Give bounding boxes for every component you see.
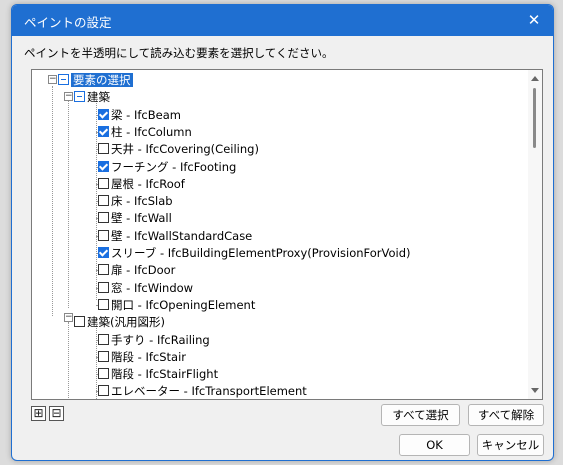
checkbox[interactable] [98,212,109,224]
checkbox[interactable] [98,264,109,276]
checkbox[interactable] [98,143,109,155]
tree-item-label: 梁 - IfcBeam [111,107,181,122]
checkbox[interactable] [74,316,85,328]
tree-line [68,322,69,399]
tree-item[interactable]: 建築 [74,89,110,106]
tree-item[interactable]: スリーブ - IfcBuildingElementProxy(Provision… [96,245,411,262]
collapse-all-icon[interactable]: ⊟ [49,406,64,421]
checkbox[interactable] [98,368,109,380]
checkbox[interactable] [98,229,109,241]
tree-item[interactable]: 床 - IfcSlab [96,193,173,210]
tree-item[interactable]: フーチング - IfcFooting [96,159,237,176]
tree-item-label: 窓 - IfcWindow [111,280,194,295]
scroll-down-icon[interactable] [531,388,539,393]
instruction-text: ペイントを半透明にして読み込む要素を選択してください。 [24,46,334,60]
tree-item-label: フーチング - IfcFooting [111,159,237,174]
collapse-icon[interactable]: − [48,75,57,84]
tree-item-label: 開口 - IfcOpeningElement [111,297,256,312]
ok-button[interactable]: OK [399,434,470,456]
checkbox[interactable] [98,108,109,120]
tree-item[interactable]: 扉 - IfcDoor [96,262,176,279]
tree-item-label: エレベーター - IfcTransportElement [111,384,307,399]
tree-item-label: 建築 [87,90,110,105]
checkbox[interactable] [98,177,109,189]
tree-line [52,86,53,316]
tree-item[interactable]: 壁 - IfcWall [96,210,172,227]
collapse-icon[interactable]: − [64,92,73,101]
checkbox[interactable] [98,281,109,293]
tree-item[interactable]: 階段 - IfcStair [96,349,187,366]
tree-item[interactable]: 建築(汎用図形) [74,314,165,331]
tree-item-label: 天井 - IfcCovering(Ceiling) [111,142,259,157]
checkbox[interactable] [98,160,109,172]
checkbox[interactable] [98,247,109,258]
tree-item[interactable]: 梁 - IfcBeam [96,107,181,124]
tree-item[interactable]: 屋根 - IfcRoof [96,176,185,193]
tree-item-label: 壁 - IfcWallStandardCase [111,228,253,243]
select-all-button[interactable]: すべて選択 [381,404,460,426]
tree-line [96,325,97,399]
dialog-title: ペイントの設定 [24,15,112,30]
tree-item[interactable]: 天井 - IfcCovering(Ceiling) [96,141,259,158]
tree-item[interactable]: 柱 - IfcColumn [96,124,192,141]
tree-item[interactable]: エレベーター - IfcTransportElement [96,383,307,399]
tree-item-label: スリーブ - IfcBuildingElementProxy(Provision… [111,246,411,260]
tree-item-label: 手すり - IfcRailing [111,332,210,347]
tree-item[interactable]: 要素の選択 [58,72,133,89]
checkbox[interactable] [98,385,109,397]
tree-item-label: 建築(汎用図形) [87,315,165,330]
tree-item-label: 扉 - IfcDoor [111,263,176,278]
collapse-icon[interactable]: − [64,313,73,322]
checkbox[interactable] [74,91,85,103]
tree-scrollbar[interactable] [528,70,542,399]
tree-item[interactable]: 壁 - IfcWallStandardCase [96,228,253,245]
tree-item-label: 柱 - IfcColumn [111,124,192,139]
paint-settings-dialog: ペイントの設定 ✕ ペイントを半透明にして読み込む要素を選択してください。 − … [11,4,554,461]
tree-item[interactable]: 階段 - IfcStairFlight [96,366,219,383]
tree-item-label: 床 - IfcSlab [111,194,173,209]
tree-item-label: 要素の選択 [71,73,133,87]
element-tree[interactable]: − − − 要素の選択建築梁 - IfcBeam 柱 - IfcColumn 天井 … [31,69,543,400]
deselect-all-button[interactable]: すべて解除 [468,404,544,426]
checkbox[interactable] [98,298,109,310]
tree-line [68,98,69,308]
expand-all-icon[interactable]: ⊞ [31,406,46,421]
tree-item[interactable]: 窓 - IfcWindow [96,280,194,297]
tree-item-label: 壁 - IfcWall [111,211,172,226]
tree-item[interactable]: 手すり - IfcRailing [96,332,210,349]
close-icon[interactable]: ✕ [515,5,553,36]
checkbox[interactable] [58,74,69,85]
checkbox[interactable] [98,195,109,207]
checkbox[interactable] [98,125,109,137]
tree-item-label: 階段 - IfcStair [111,349,187,364]
tree-item[interactable]: 開口 - IfcOpeningElement [96,297,256,314]
checkbox[interactable] [98,350,109,362]
checkbox[interactable] [98,333,109,345]
title-bar: ペイントの設定 ✕ [12,5,553,36]
scroll-thumb[interactable] [533,88,536,148]
tree-item-label: 屋根 - IfcRoof [111,176,185,191]
cancel-button[interactable]: キャンセル [477,434,544,456]
scroll-up-icon[interactable] [531,76,539,81]
tree-item-label: 階段 - IfcStairFlight [111,367,219,382]
